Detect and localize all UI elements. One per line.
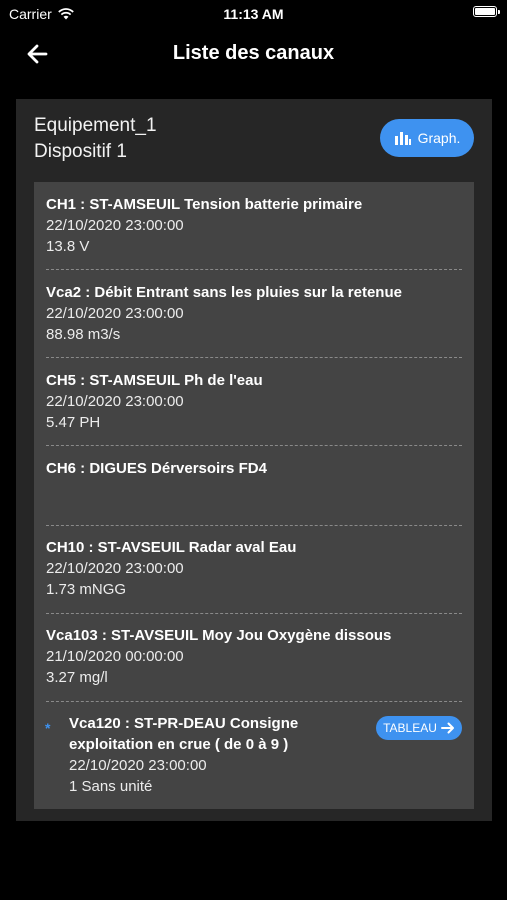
channel-value: 1 Sans unité	[69, 778, 153, 795]
graph-button-label: Graph.	[417, 130, 461, 146]
channel-date: 22/10/2020 23:00:00	[46, 560, 184, 577]
channel-item-vca103[interactable]: Vca103 : ST-AVSEUIL Moy Jou Oxygène diss…	[34, 614, 474, 702]
channel-date: 22/10/2020 23:00:00	[46, 305, 184, 322]
channel-title: Vca103 : ST-AVSEUIL Moy Jou Oxygène diss…	[46, 627, 392, 644]
channel-title: CH6 : DIGUES Dérversoirs FD4	[46, 460, 267, 477]
channel-title: CH10 : ST-AVSEUIL Radar aval Eau	[46, 539, 297, 556]
equipment-name: Equipement_1	[34, 115, 157, 136]
channel-value: 1.73 mNGG	[46, 581, 127, 598]
battery-icon	[473, 6, 500, 17]
channel-item-ch5[interactable]: CH5 : ST-AMSEUIL Ph de l'eau 22/10/2020 …	[34, 358, 474, 446]
channel-list: CH1 : ST-AMSEUIL Tension batterie primai…	[34, 182, 474, 809]
device-name: Dispositif 1	[34, 141, 127, 162]
channel-date: 21/10/2020 00:00:00	[46, 648, 184, 665]
channel-value: 5.47 PH	[46, 414, 101, 431]
channel-item-ch1[interactable]: CH1 : ST-AMSEUIL Tension batterie primai…	[34, 182, 474, 270]
tableau-button[interactable]: TABLEAU	[376, 716, 462, 740]
channel-value: 13.8 V	[46, 238, 90, 255]
channel-title-line2: exploitation en crue ( de 0 à 9 )	[69, 736, 289, 753]
channel-title: CH1 : ST-AMSEUIL Tension batterie primai…	[46, 196, 363, 213]
channel-date: 22/10/2020 23:00:00	[46, 217, 184, 234]
navigation-bar: Liste des canaux	[0, 28, 507, 78]
page-title: Liste des canaux	[172, 42, 335, 64]
status-time: 11:13 AM	[223, 6, 284, 22]
channel-item-ch10[interactable]: CH10 : ST-AVSEUIL Radar aval Eau 22/10/2…	[34, 526, 474, 614]
arrow-right-icon	[440, 722, 454, 734]
device-card: Equipement_1 Dispositif 1 Graph. CH1 : S…	[16, 99, 492, 821]
status-right	[473, 6, 500, 17]
tableau-button-label: TABLEAU	[383, 721, 437, 735]
channel-value: 88.98 m3/s	[46, 326, 121, 343]
channel-title-line1: Vca120 : ST-PR-DEAU Consigne	[69, 715, 299, 732]
graph-button[interactable]: Graph.	[380, 119, 474, 157]
channel-title: CH5 : ST-AMSEUIL Ph de l'eau	[46, 372, 263, 389]
asterisk-icon: *	[45, 720, 51, 736]
channel-date: 22/10/2020 23:00:00	[69, 757, 207, 774]
channel-value: 3.27 mg/l	[46, 669, 108, 686]
status-bar: Carrier 11:13 AM	[0, 0, 507, 28]
bar-chart-icon	[394, 132, 411, 145]
channel-item-ch6[interactable]: CH6 : DIGUES Dérversoirs FD4	[34, 446, 474, 526]
channel-date: 22/10/2020 23:00:00	[46, 393, 184, 410]
channel-item-vca2[interactable]: Vca2 : Débit Entrant sans les pluies sur…	[34, 270, 474, 358]
channel-title: Vca2 : Débit Entrant sans les pluies sur…	[46, 284, 402, 301]
